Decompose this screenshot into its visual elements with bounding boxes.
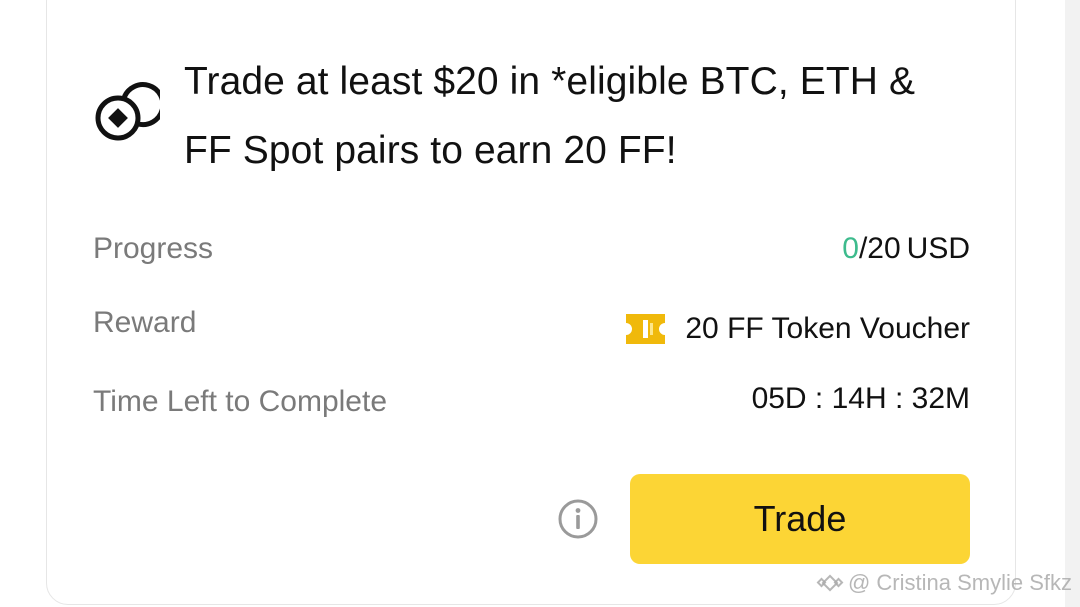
scrollbar-track [1065, 0, 1080, 607]
info-icon[interactable] [557, 498, 599, 540]
progress-current: 0 [842, 232, 859, 265]
voucher-icon [626, 314, 666, 344]
progress-label: Progress [93, 232, 214, 265]
progress-target: /20 [858, 232, 901, 265]
binance-logo-icon [816, 574, 844, 592]
reward-value-row: 20 FF Token Voucher [624, 311, 970, 355]
reward-text: 20 FF Token Voucher [685, 312, 970, 345]
trade-button[interactable]: Trade [630, 474, 970, 564]
coin-target-icon [95, 82, 160, 141]
time-left-label: Time Left to Complete [93, 385, 388, 418]
task-title: Trade at least $20 in *eligible BTC, ETH… [184, 60, 916, 172]
reward-label: Reward [93, 306, 197, 339]
watermark-text: @ Cristina Smylie Sfkz [847, 570, 1072, 595]
time-left-value: 05D : 14H : 32M [751, 382, 970, 415]
watermark: @ Cristina Smylie Sfkz [816, 569, 1072, 597]
progress-unit: USD [906, 232, 970, 265]
page: Trade at least $20 in *eligible BTC, ETH… [0, 0, 1080, 607]
progress-value: 0/20 USD [842, 231, 970, 267]
reward-value: 20 FF Token Voucher [624, 311, 970, 347]
